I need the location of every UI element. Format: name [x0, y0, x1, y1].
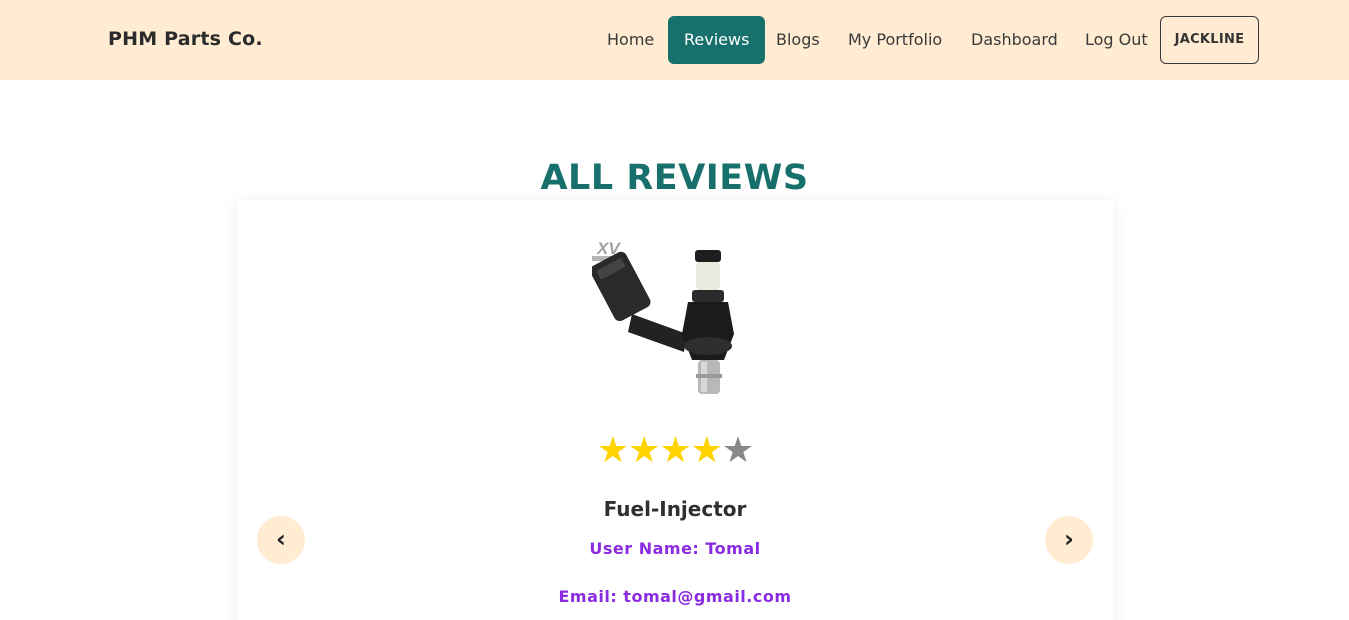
review-card: XV ★★★★★ Fuel-Injector User Name: Tomal … [237, 200, 1113, 620]
review-user-email: Email: tomal@gmail.com [558, 587, 792, 606]
nav-dashboard[interactable]: Dashboard [955, 16, 1074, 64]
star-filled-icon: ★ [659, 430, 691, 471]
brand-logo[interactable]: PHM Parts Co. [108, 28, 263, 50]
top-navbar: PHM Parts Co. Home Reviews Blogs My Port… [0, 0, 1349, 80]
star-filled-icon: ★ [628, 430, 660, 471]
section-title: ALL REVIEWS [540, 158, 809, 198]
user-profile-button[interactable]: JACKLINE [1160, 16, 1259, 64]
carousel-next-button[interactable]: › [1045, 516, 1093, 564]
star-filled-icon: ★ [596, 430, 629, 471]
product-image: XV [592, 239, 734, 394]
star-filled-icon: ★ [690, 430, 723, 471]
rating-stars: ★★★★★ [237, 429, 1113, 473]
chevron-right-icon: › [1064, 525, 1074, 553]
nav-my-portfolio[interactable]: My Portfolio [832, 16, 958, 64]
star-empty-icon: ★ [721, 430, 754, 471]
nav-blogs[interactable]: Blogs [760, 16, 836, 64]
product-name: Fuel-Injector [603, 497, 747, 521]
carousel-prev-button[interactable]: ‹ [257, 516, 305, 564]
review-user-name: User Name: Tomal [589, 539, 761, 558]
nav-home[interactable]: Home [591, 16, 670, 64]
nav-log-out[interactable]: Log Out [1069, 16, 1164, 64]
chevron-left-icon: ‹ [276, 525, 286, 553]
nav-reviews[interactable]: Reviews [668, 16, 766, 64]
